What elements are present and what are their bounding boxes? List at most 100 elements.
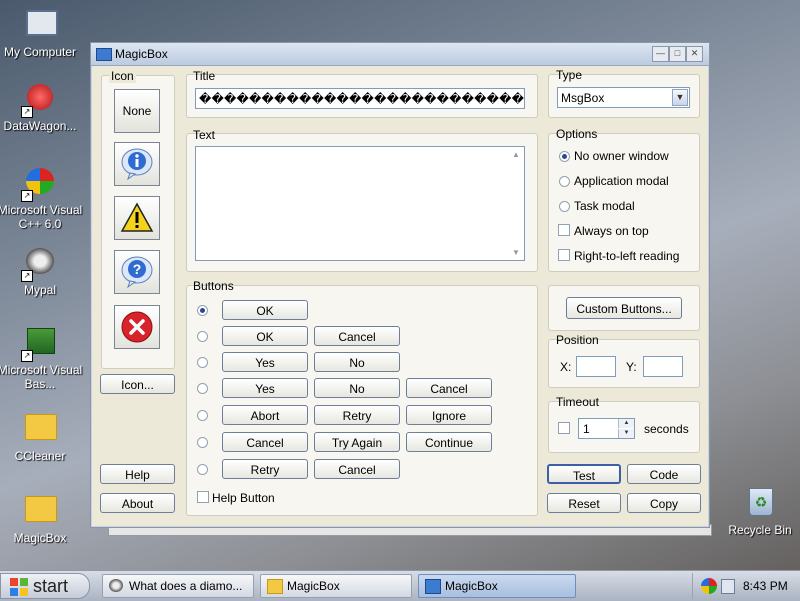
desktop-icon-mypal[interactable]: ↗ Mypal bbox=[0, 248, 85, 297]
row4-yes-button[interactable]: Yes bbox=[222, 378, 308, 398]
tray-app-icon[interactable] bbox=[701, 578, 717, 594]
code-button[interactable]: Code bbox=[627, 464, 701, 484]
copy-button[interactable]: Copy bbox=[627, 493, 701, 513]
start-label: start bbox=[33, 576, 69, 596]
always-on-top-checkbox[interactable] bbox=[558, 224, 570, 236]
folder-icon bbox=[23, 496, 57, 528]
buttons-row-6-radio[interactable] bbox=[197, 437, 208, 448]
desktop-icon-recycle-bin[interactable]: ♻ Recycle Bin bbox=[715, 488, 800, 537]
clock[interactable]: 8:43 PM bbox=[743, 579, 788, 593]
close-button[interactable]: ✕ bbox=[686, 46, 703, 62]
desktop-icon-label: Microsoft Visual Bas... bbox=[0, 363, 83, 391]
spin-up-icon[interactable]: ▲ bbox=[618, 419, 634, 428]
question-icon: ? bbox=[121, 256, 153, 289]
text-area-scrollbar[interactable]: ▲ ▼ bbox=[509, 148, 523, 259]
row4-no-button[interactable]: No bbox=[314, 378, 400, 398]
icon-error-button[interactable] bbox=[114, 305, 160, 349]
taskbar-item-magicbox-app[interactable]: MagicBox bbox=[418, 574, 576, 598]
row5-abort-button[interactable]: Abort bbox=[222, 405, 308, 425]
spin-down-icon[interactable]: ▼ bbox=[618, 429, 634, 438]
position-y-input[interactable] bbox=[643, 356, 683, 377]
scroll-down-icon[interactable]: ▼ bbox=[509, 248, 523, 257]
desktop-icon-visual-basic[interactable]: ↗ Microsoft Visual Bas... bbox=[0, 328, 85, 391]
text-group-label: Text bbox=[193, 128, 216, 142]
buttons-row-4-radio[interactable] bbox=[197, 383, 208, 394]
taskbar-item-browser[interactable]: What does a diamo... bbox=[102, 574, 254, 598]
system-tray: 8:43 PM bbox=[692, 573, 800, 599]
taskbar-item-label: MagicBox bbox=[287, 579, 340, 593]
raccoon-icon bbox=[109, 579, 123, 592]
text-area[interactable]: ▲ ▼ bbox=[195, 146, 525, 261]
taskbar-item-magicbox-folder[interactable]: MagicBox bbox=[260, 574, 412, 598]
buttons-row-1-radio[interactable] bbox=[197, 305, 208, 316]
window-app-icon bbox=[425, 579, 441, 594]
row5-ignore-button[interactable]: Ignore bbox=[406, 405, 492, 425]
row5-retry-button[interactable]: Retry bbox=[314, 405, 400, 425]
tray-network-icon[interactable] bbox=[721, 579, 735, 594]
buttons-row-7-radio[interactable] bbox=[197, 464, 208, 475]
custom-buttons-button[interactable]: Custom Buttons... bbox=[566, 297, 682, 319]
help-button-checkbox[interactable] bbox=[197, 491, 209, 503]
row6-continue-button[interactable]: Continue bbox=[406, 432, 492, 452]
start-button[interactable]: start bbox=[0, 573, 90, 599]
option-application-modal-radio[interactable] bbox=[559, 176, 570, 187]
title-input-value: ������������������������������ bbox=[199, 92, 525, 106]
always-on-top-label: Always on top bbox=[574, 224, 649, 238]
timeout-unit-label: seconds bbox=[644, 422, 689, 436]
position-x-input[interactable] bbox=[576, 356, 616, 377]
desktop-icon-datawagon[interactable]: ↗ DataWagon... bbox=[0, 84, 85, 133]
row6-try-again-button[interactable]: Try Again bbox=[314, 432, 400, 452]
right-to-left-checkbox[interactable] bbox=[558, 249, 570, 261]
help-button[interactable]: Help bbox=[100, 464, 175, 484]
icon-warning-button[interactable] bbox=[114, 196, 160, 240]
position-y-label: Y: bbox=[626, 360, 637, 374]
timeout-group-label: Timeout bbox=[556, 395, 599, 409]
recycle-bin-icon: ♻ bbox=[743, 488, 777, 520]
buttons-row-3-radio[interactable] bbox=[197, 357, 208, 368]
desktop-icon-magicbox[interactable]: MagicBox bbox=[0, 490, 85, 545]
taskbar-item-label: MagicBox bbox=[445, 579, 498, 593]
right-to-left-label: Right-to-left reading bbox=[574, 249, 680, 263]
desktop-icon-my-computer[interactable]: My Computer bbox=[0, 6, 85, 59]
title-bar[interactable]: MagicBox — □ ✕ bbox=[91, 43, 709, 66]
scroll-up-icon[interactable]: ▲ bbox=[509, 150, 523, 159]
icon-group-label: Icon bbox=[109, 69, 136, 83]
error-icon bbox=[121, 311, 153, 343]
desktop-icon-visual-cpp[interactable]: ↗ Microsoft Visual C++ 6.0 bbox=[0, 168, 85, 231]
position-x-label: X: bbox=[560, 360, 572, 374]
option-application-modal-label: Application modal bbox=[574, 174, 669, 188]
option-task-modal-radio[interactable] bbox=[559, 201, 570, 212]
type-select[interactable]: MsgBox ▼ bbox=[557, 87, 690, 108]
timeout-checkbox[interactable] bbox=[558, 422, 570, 434]
desktop-icon-ccleaner[interactable]: CCleaner bbox=[0, 408, 85, 463]
reset-button[interactable]: Reset bbox=[547, 493, 621, 513]
desktop-icon-label: Mypal bbox=[23, 283, 56, 297]
desktop-icon-label: DataWagon... bbox=[3, 119, 77, 133]
row7-cancel-button[interactable]: Cancel bbox=[314, 459, 400, 479]
row1-ok-button[interactable]: OK bbox=[222, 300, 308, 320]
row3-yes-button[interactable]: Yes bbox=[222, 352, 308, 372]
icon-select-button[interactable]: Icon... bbox=[100, 374, 175, 394]
icon-none-button[interactable]: None bbox=[114, 89, 160, 133]
icon-information-button[interactable] bbox=[114, 142, 160, 186]
maximize-button[interactable]: □ bbox=[669, 46, 686, 62]
option-no-owner-radio[interactable] bbox=[559, 151, 570, 162]
datawagon-icon: ↗ bbox=[21, 84, 57, 118]
options-group-label: Options bbox=[556, 127, 598, 141]
row2-cancel-button[interactable]: Cancel bbox=[314, 326, 400, 346]
buttons-row-5-radio[interactable] bbox=[197, 410, 208, 421]
row2-ok-button[interactable]: OK bbox=[222, 326, 308, 346]
about-button[interactable]: About bbox=[100, 493, 175, 513]
row4-cancel-button[interactable]: Cancel bbox=[406, 378, 492, 398]
row7-retry-button[interactable]: Retry bbox=[222, 459, 308, 479]
row3-no-button[interactable]: No bbox=[314, 352, 400, 372]
timeout-input[interactable]: 1 ▲ ▼ bbox=[578, 418, 635, 439]
test-button[interactable]: Test bbox=[547, 464, 621, 484]
icon-question-button[interactable]: ? bbox=[114, 250, 160, 294]
row6-cancel-button[interactable]: Cancel bbox=[222, 432, 308, 452]
option-no-owner-label: No owner window bbox=[574, 149, 669, 163]
buttons-row-2-radio[interactable] bbox=[197, 331, 208, 342]
title-input[interactable]: ������������������������������ bbox=[195, 88, 525, 109]
minimize-button[interactable]: — bbox=[652, 46, 669, 62]
chevron-down-icon[interactable]: ▼ bbox=[672, 89, 688, 106]
